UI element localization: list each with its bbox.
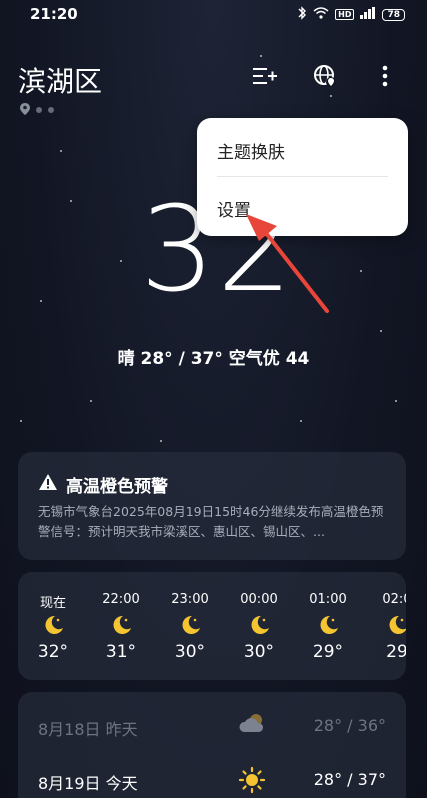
alert-title-row: 高温橙色预警 xyxy=(38,472,168,497)
day-temp-range: 28° / 37° xyxy=(313,770,386,789)
alert-body: 无锡市气象台2025年08月19日15时46分继续发布高温橙色预警信号：预计明天… xyxy=(38,504,384,539)
hour-time: 23:00 xyxy=(171,592,209,607)
hour-time: 00:00 xyxy=(240,592,278,607)
hour-temp: 31° xyxy=(105,642,137,662)
hour-time: 现在 xyxy=(39,596,66,611)
hourly-forecast[interactable]: 现在 32° 22:00 31° 23:00 30° 00:00 30° 01:… xyxy=(18,572,406,680)
hour-time: 01:00 xyxy=(309,592,347,607)
hour-temp: 32° xyxy=(37,642,69,662)
moon-cloud-icon xyxy=(41,614,65,642)
daily-row-yesterday[interactable]: 8月18日 昨天 28° / 36° xyxy=(38,706,386,746)
warning-icon xyxy=(38,473,58,496)
hour-time: 22:00 xyxy=(102,592,140,607)
day-temp-range: 28° / 36° xyxy=(313,716,386,735)
moon-cloud-icon xyxy=(316,614,340,642)
cloud-icon xyxy=(238,712,266,738)
moon-cloud-icon xyxy=(109,614,133,642)
day-date: 8月18日 昨天 xyxy=(38,720,138,739)
weather-alert-card[interactable]: 高温橙色预警 无锡市气象台2025年08月19日15时46分继续发布高温橙色预警… xyxy=(18,452,406,560)
moon-cloud-icon xyxy=(178,614,202,642)
hour-temp: 29° xyxy=(312,642,344,662)
moon-cloud-icon xyxy=(247,614,271,642)
daily-row-today[interactable]: 8月19日 今天 28° / 37° xyxy=(38,760,386,798)
hour-time: 02:0 xyxy=(382,592,406,607)
hour-temp: 30° xyxy=(243,642,275,662)
moon-cloud-icon xyxy=(385,614,406,642)
hour-temp: 29 xyxy=(386,642,406,662)
alert-title: 高温橙色预警 xyxy=(66,477,168,497)
daily-forecast[interactable]: 8月18日 昨天 28° / 36° 8月19日 今天 28° / 37° xyxy=(18,692,406,798)
sun-icon xyxy=(238,766,266,798)
day-date: 8月19日 今天 xyxy=(38,774,138,793)
hour-temp: 30° xyxy=(174,642,206,662)
